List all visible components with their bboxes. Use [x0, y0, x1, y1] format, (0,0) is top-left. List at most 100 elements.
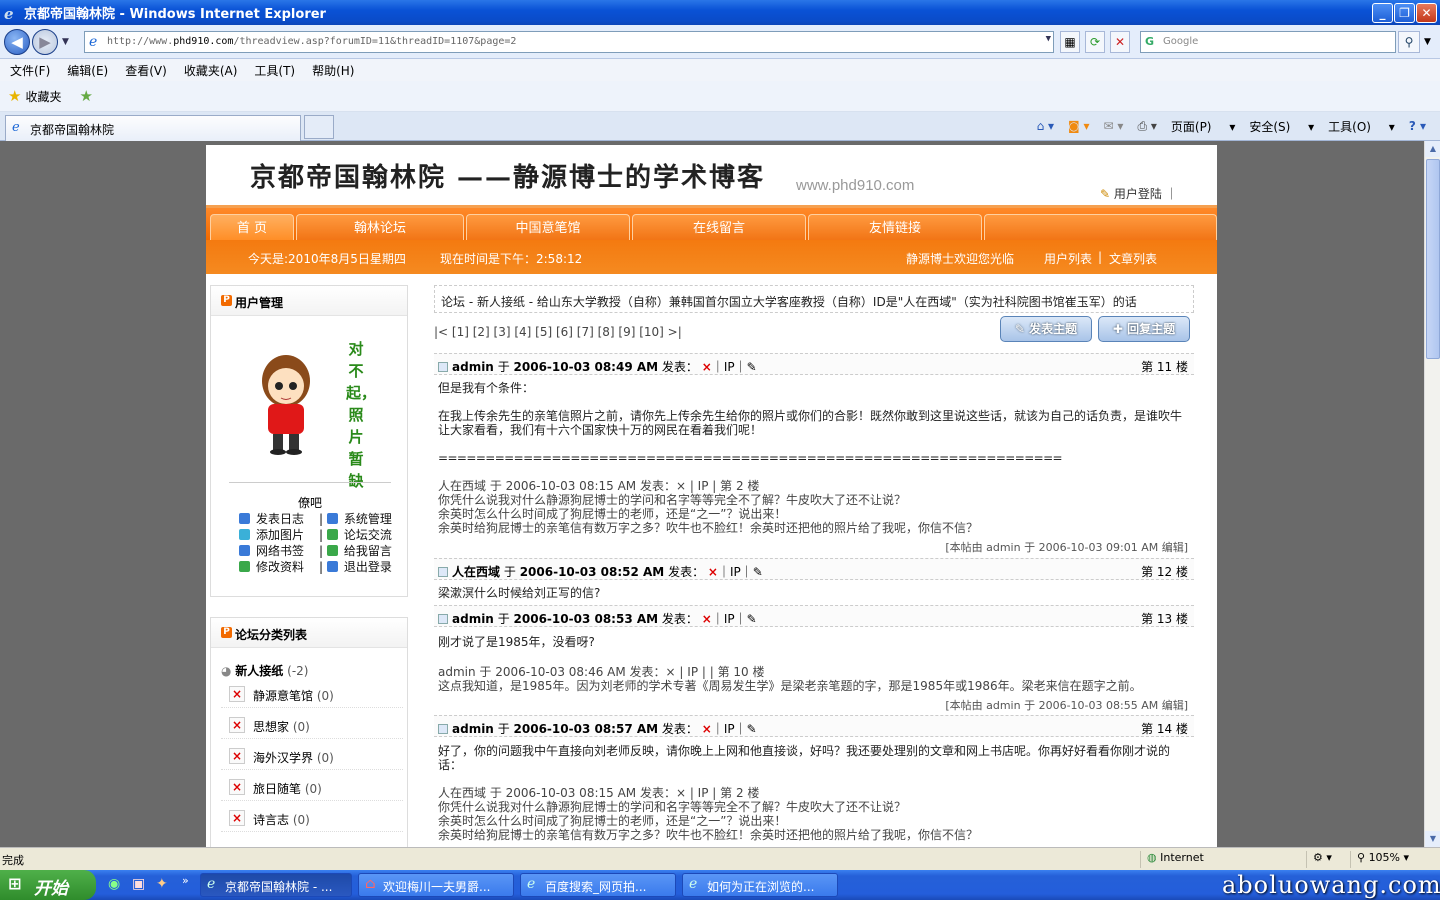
feeds-icon[interactable]: ◙ ▾ — [1068, 119, 1089, 133]
address-dropdown-icon[interactable]: ▼ — [1046, 34, 1051, 44]
current-time: 现在时间是下午：2:58:12 — [440, 252, 583, 266]
taskbar-item[interactable]: e 百度搜索_网页拍... — [520, 873, 676, 897]
login-link[interactable]: ✎ 用户登陆 ｜ — [1100, 185, 1178, 202]
breadcrumb: 论坛 - 新人接纸 - 给山东大学教授（自称）兼韩国首尔国立大学客座教授（自称）… — [434, 285, 1194, 313]
quicklaunch-more-icon[interactable]: » — [182, 874, 189, 887]
scroll-up-icon[interactable]: ▲ — [1425, 141, 1440, 157]
forum-item[interactable]: × 海外汉学界 (0) — [221, 742, 403, 770]
post-author[interactable]: admin — [452, 612, 494, 626]
home-icon[interactable]: ⌂ ▾ — [1037, 119, 1054, 133]
ip-link[interactable]: ｜IP｜ — [718, 565, 753, 579]
nav-forum[interactable]: 翰林论坛 — [296, 214, 464, 243]
ip-link[interactable]: ｜IP｜ — [712, 722, 747, 736]
zoom-level[interactable]: ⚲ 105% ▾ — [1350, 851, 1424, 868]
favorites-star-icon[interactable]: ★ — [8, 87, 21, 105]
menu-favorites[interactable]: 收藏夹(A) — [184, 62, 238, 79]
edit-icon[interactable]: ✎ — [747, 612, 757, 626]
forum-group[interactable]: ◕ 新人接纸 (-2) — [221, 662, 308, 679]
menu-bar: 文件(F) 编辑(E) 查看(V) 收藏夹(A) 工具(T) 帮助(H) — [0, 59, 1440, 81]
maximize-button[interactable]: ❐ — [1394, 3, 1415, 23]
stop-icon[interactable]: ✕ — [1110, 31, 1130, 53]
recent-pages-dropdown[interactable]: ▼ — [62, 37, 69, 47]
menu-help[interactable]: 帮助(H) — [312, 62, 354, 79]
quicklaunch-icon[interactable]: ▣ — [132, 876, 145, 892]
ip-link[interactable]: ｜IP｜ — [712, 612, 747, 626]
delete-icon[interactable]: × — [708, 565, 718, 579]
broken-image-icon: × — [229, 779, 245, 795]
edit-icon[interactable]: ✎ — [747, 722, 757, 736]
post-author[interactable]: admin — [452, 722, 494, 736]
post-author[interactable]: admin — [452, 360, 494, 374]
close-button[interactable]: ✕ — [1416, 3, 1437, 23]
scroll-down-icon[interactable]: ▼ — [1425, 831, 1440, 847]
mail-icon[interactable]: ✉ ▾ — [1104, 119, 1124, 133]
favorites-button[interactable]: 收藏夹 — [25, 88, 61, 105]
new-tab-button[interactable] — [304, 115, 334, 139]
nav-essays[interactable]: 中国意笔馆 — [466, 214, 630, 243]
quicklaunch-icon[interactable]: ✦ — [156, 876, 168, 892]
address-input[interactable]: e http://www.phd910.com/threadview.asp?f… — [84, 31, 1054, 53]
login-icon: ✎ — [1100, 187, 1114, 201]
forum-item[interactable]: × 诗言志 (0) — [221, 804, 403, 832]
vertical-scrollbar[interactable]: ▲ ▼ — [1424, 141, 1440, 847]
safety-menu[interactable]: 安全(S) ▾ — [1249, 118, 1314, 135]
protected-mode-icon[interactable]: ⚙ ▾ — [1306, 851, 1346, 868]
add-favorite-icon[interactable]: ★ — [79, 87, 92, 105]
quicklaunch-icon[interactable]: ◉ — [108, 876, 120, 892]
nav-links[interactable]: 友情链接 — [808, 214, 982, 243]
menu-file[interactable]: 文件(F) — [10, 62, 50, 79]
link-leave-message[interactable]: | 给我留言 — [319, 542, 392, 559]
nav-guestbook[interactable]: 在线留言 — [632, 214, 806, 243]
taskbar-item[interactable]: ⌂ 欢迎梅川一夫男爵... — [358, 873, 514, 897]
back-button[interactable]: ◀ — [4, 29, 30, 55]
ie-icon: e — [527, 876, 536, 892]
start-button[interactable]: ⊞ 开始 — [0, 870, 96, 900]
compat-view-icon[interactable]: ▦ — [1060, 31, 1080, 53]
forward-button[interactable]: ▶ — [32, 29, 58, 55]
new-topic-button[interactable]: ✎ 发表主题 — [1000, 316, 1092, 342]
search-options-icon[interactable]: ▼ — [1424, 37, 1431, 47]
forum-item[interactable]: × 思想家 (0) — [221, 711, 403, 739]
link-edit-profile[interactable]: 修改资料 — [239, 558, 304, 575]
tab-bar: e 京都帝国翰林院 ⌂ ▾ ◙ ▾ ✉ ▾ ⎙ ▾ 页面(P) ▾ 安全(S) … — [0, 112, 1440, 141]
scroll-thumb[interactable] — [1426, 159, 1440, 359]
edit-icon[interactable]: ✎ — [753, 565, 763, 579]
delete-icon[interactable]: × — [702, 612, 712, 626]
menu-edit[interactable]: 编辑(E) — [67, 62, 108, 79]
help-icon[interactable]: ? ▾ — [1409, 119, 1426, 133]
delete-icon[interactable]: × — [702, 360, 712, 374]
minimize-button[interactable]: _ — [1372, 3, 1393, 23]
user-list-link[interactable]: 用户列表 — [1044, 250, 1092, 267]
delete-icon[interactable]: × — [702, 722, 712, 736]
link-bookmarks[interactable]: 网络书签 — [239, 542, 304, 559]
menu-view[interactable]: 查看(V) — [125, 62, 167, 79]
post-body: 梁漱溟什么时候给刘正写的信? — [438, 586, 601, 600]
search-icon[interactable]: ⚲ — [1398, 31, 1420, 53]
forum-item[interactable]: × 旅日随笔 (0) — [221, 773, 403, 801]
tools-menu[interactable]: 工具(O) ▾ — [1328, 118, 1395, 135]
home-page-icon: ⌂ — [365, 876, 376, 892]
article-list-link[interactable]: 文章列表 — [1109, 250, 1157, 267]
link-new-log[interactable]: 发表日志 — [239, 510, 304, 527]
nav-home[interactable]: 首 页 — [210, 214, 294, 243]
no-photo-text: 对不起，照片暂缺 — [346, 340, 377, 490]
menu-tools[interactable]: 工具(T) — [254, 62, 295, 79]
edit-icon[interactable]: ✎ — [747, 360, 757, 374]
ip-link[interactable]: ｜IP｜ — [712, 360, 747, 374]
tab-active[interactable]: e 京都帝国翰林院 — [5, 115, 301, 141]
link-add-image[interactable]: 添加图片 — [239, 526, 304, 543]
post-author[interactable]: 人在西域 — [452, 565, 500, 579]
refresh-icon[interactable]: ⟳ — [1085, 31, 1105, 53]
taskbar-item[interactable]: e 京都帝国翰林院 - ... — [200, 873, 352, 897]
link-forum[interactable]: | 论坛交流 — [319, 526, 392, 543]
print-icon[interactable]: ⎙ ▾ — [1137, 119, 1156, 134]
status-text: 完成 — [2, 854, 24, 867]
pagination[interactable]: |< [1] [2] [3] [4] [5] [6] [7] [8] [9] [… — [434, 325, 682, 339]
page-menu[interactable]: 页面(P) ▾ — [1171, 118, 1235, 135]
link-system-admin[interactable]: | 系统管理 — [319, 510, 392, 527]
taskbar-item[interactable]: e 如何为正在浏览的... — [682, 873, 838, 897]
forum-item[interactable]: × 静源意笔馆 (0) — [221, 680, 403, 708]
reply-topic-button[interactable]: ✚ 回复主题 — [1098, 316, 1190, 342]
search-input[interactable]: G Google — [1140, 31, 1396, 53]
link-logout[interactable]: | 退出登录 — [319, 558, 392, 575]
